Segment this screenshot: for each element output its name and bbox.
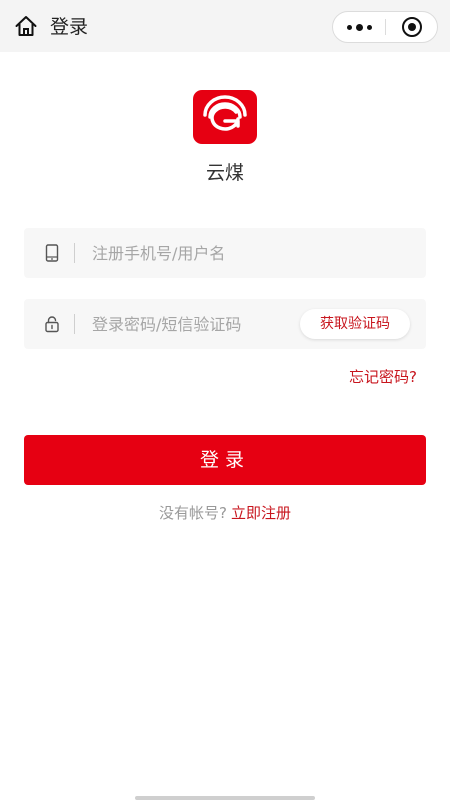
field-divider [74, 314, 75, 334]
app-logo [193, 90, 257, 144]
mobile-phone-icon [42, 243, 62, 263]
no-account-text: 没有帐号? [159, 504, 227, 522]
home-icon[interactable] [14, 14, 38, 38]
more-dots-icon[interactable] [333, 12, 385, 42]
forgot-password-link[interactable]: 忘记密码? [349, 366, 417, 387]
password-field: 获取验证码 [24, 299, 426, 349]
phone-field [24, 228, 426, 278]
field-divider [74, 243, 75, 263]
capsule-menu [332, 11, 438, 43]
register-link[interactable]: 立即注册 [231, 504, 291, 522]
lock-icon [42, 314, 62, 334]
password-input[interactable] [92, 299, 292, 349]
navigation-bar: 登录 [0, 0, 450, 52]
home-indicator [135, 796, 315, 800]
close-target-icon[interactable] [386, 12, 438, 42]
page-title: 登录 [50, 16, 89, 38]
register-prompt: 没有帐号? 立即注册 [0, 502, 450, 523]
get-code-button[interactable]: 获取验证码 [300, 309, 410, 339]
app-name: 云煤 [205, 162, 244, 184]
login-button[interactable]: 登录 [24, 435, 426, 485]
phone-input[interactable] [92, 228, 412, 278]
